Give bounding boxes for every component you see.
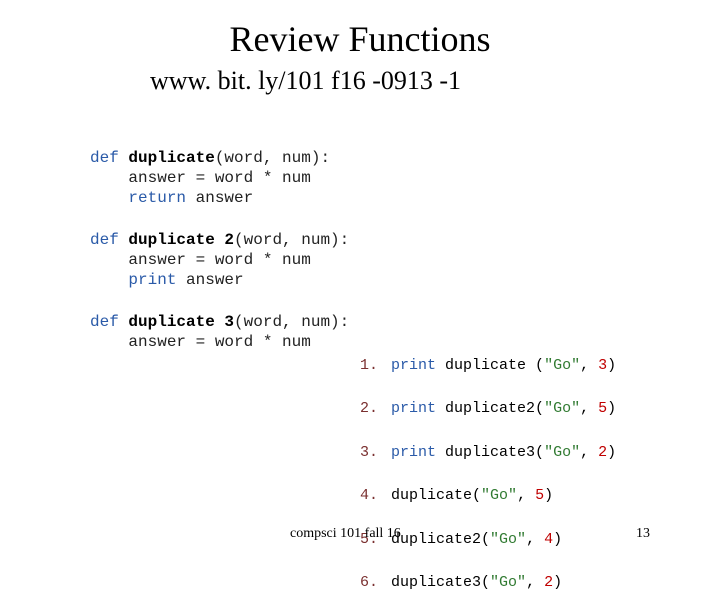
paren: ) <box>544 487 553 504</box>
paren: ) <box>607 357 616 374</box>
paren: ) <box>607 444 616 461</box>
keyword-def: def <box>90 313 128 331</box>
number-literal: 5 <box>535 487 544 504</box>
paren: ( <box>535 400 544 417</box>
paren: ( <box>481 574 490 591</box>
def-duplicate: def duplicate(word, num): answer = word … <box>90 148 349 208</box>
sep: , <box>526 531 544 548</box>
string-literal: "Go" <box>544 444 580 461</box>
slide-title: Review Functions <box>0 18 720 60</box>
paren: ) <box>553 574 562 591</box>
line-number: 3. <box>360 442 382 464</box>
call-line: 4. duplicate("Go", 5) <box>360 485 616 507</box>
number-literal: 2 <box>544 574 553 591</box>
func-name: duplicate 2 <box>128 231 234 249</box>
sep: , <box>580 400 598 417</box>
string-literal: "Go" <box>544 400 580 417</box>
paren: ( <box>472 487 481 504</box>
line-number: 4. <box>360 485 382 507</box>
code-definitions: def duplicate(word, num): answer = word … <box>90 148 349 374</box>
code-line: answer = word * num <box>90 333 311 351</box>
keyword-def: def <box>90 231 128 249</box>
keyword-return: return <box>90 189 196 207</box>
call-line: 6. duplicate3("Go", 2) <box>360 572 616 594</box>
keyword-print: print <box>391 444 445 461</box>
paren: ( <box>481 531 490 548</box>
call-line: 3. print duplicate3("Go", 2) <box>360 442 616 464</box>
string-literal: "Go" <box>490 531 526 548</box>
sep: , <box>517 487 535 504</box>
code-line: answer = word * num <box>90 169 311 187</box>
string-literal: "Go" <box>481 487 517 504</box>
number-literal: 5 <box>598 400 607 417</box>
paren: ( <box>535 357 544 374</box>
params: (word, num): <box>234 313 349 331</box>
call-line: 2. print duplicate2("Go", 5) <box>360 398 616 420</box>
slide-url: www. bit. ly/101 f16 -0913 -1 <box>150 66 720 96</box>
paren: ( <box>535 444 544 461</box>
call-fn: duplicate2 <box>445 400 535 417</box>
def-duplicate2: def duplicate 2(word, num): answer = wor… <box>90 230 349 290</box>
print-value: answer <box>186 271 244 289</box>
number-literal: 3 <box>598 357 607 374</box>
call-fn: duplicate2 <box>391 531 481 548</box>
keyword-def: def <box>90 149 128 167</box>
code-line: answer = word * num <box>90 251 311 269</box>
line-number: 1. <box>360 355 382 377</box>
call-line: 1. print duplicate ("Go", 3) <box>360 355 616 377</box>
call-fn: duplicate <box>391 487 472 504</box>
params: (word, num): <box>234 231 349 249</box>
sep: , <box>526 574 544 591</box>
return-value: answer <box>196 189 254 207</box>
call-fn: duplicate <box>445 357 535 374</box>
keyword-print: print <box>90 271 186 289</box>
string-literal: "Go" <box>544 357 580 374</box>
sep: , <box>580 357 598 374</box>
number-literal: 4 <box>544 531 553 548</box>
func-name: duplicate 3 <box>128 313 234 331</box>
paren: ) <box>607 400 616 417</box>
call-fn: duplicate3 <box>445 444 535 461</box>
keyword-print: print <box>391 357 445 374</box>
number-literal: 2 <box>598 444 607 461</box>
line-number: 2. <box>360 398 382 420</box>
line-number: 6. <box>360 572 382 594</box>
params: (word, num): <box>215 149 330 167</box>
def-duplicate3: def duplicate 3(word, num): answer = wor… <box>90 312 349 352</box>
func-name: duplicate <box>128 149 214 167</box>
keyword-print: print <box>391 400 445 417</box>
string-literal: "Go" <box>490 574 526 591</box>
code-calls: 1. print duplicate ("Go", 3) 2. print du… <box>360 333 616 616</box>
call-fn: duplicate3 <box>391 574 481 591</box>
paren: ) <box>553 531 562 548</box>
sep: , <box>580 444 598 461</box>
